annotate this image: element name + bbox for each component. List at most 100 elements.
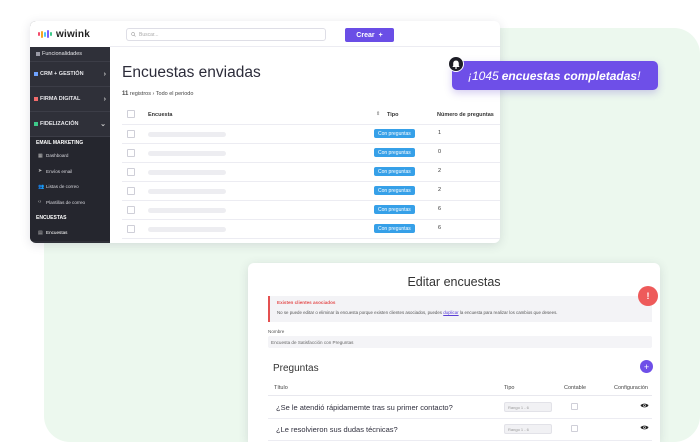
survey-name-placeholder — [148, 189, 226, 194]
column-tipo[interactable]: Tipo — [387, 112, 399, 118]
badge-number: ¡1045 — [468, 68, 499, 83]
alert-message: No se puede editar o eliminar la encuest… — [277, 310, 558, 315]
column-numero[interactable]: Número de preguntas — [437, 112, 494, 118]
chevron-down-icon: ⌄ — [100, 121, 106, 128]
badge-text: encuestas completadas — [501, 68, 638, 83]
row-checkbox[interactable] — [127, 168, 135, 176]
topbar: Buscar... Crear + — [110, 21, 500, 47]
column-titulo: Título — [274, 385, 288, 391]
question-count: 2 — [438, 168, 442, 174]
select-all-checkbox[interactable] — [127, 110, 135, 118]
questions-header: Título Tipo Contable Configuración — [268, 380, 652, 396]
sidebar-item-label: Funcionalidades — [42, 51, 83, 57]
section-email-marketing: EMAIL MARKETING — [36, 139, 84, 146]
type-badge: Con preguntas — [374, 224, 415, 233]
surveys-window: wiwink Funcionalidades CRM + GESTIÓN › F… — [30, 21, 500, 243]
surveys-table: Encuesta ⇕ Tipo Número de preguntas Con … — [122, 105, 500, 239]
sidebar-item-fidelizacion[interactable]: FIDELIZACIÓN ⌄ — [30, 112, 110, 137]
add-question-button[interactable]: + — [640, 360, 653, 373]
question-count: 0 — [438, 149, 442, 155]
completed-surveys-badge: ¡1045 encuestas completadas ! — [452, 61, 658, 90]
type-badge: Con preguntas — [374, 186, 415, 195]
question-row[interactable]: ¿Le resolvieron sus dudas técnicas? Rang… — [268, 419, 652, 441]
question-type-field[interactable]: Rango 1 - 6 — [504, 424, 552, 434]
name-field[interactable]: Encuesta de Satisfacción con Preguntas — [268, 336, 652, 348]
type-badge: Con preguntas — [374, 129, 415, 138]
page-title: Encuestas enviadas — [122, 64, 261, 81]
sidebar-item-funcionalidades[interactable]: Funcionalidades — [30, 47, 110, 62]
grid-icon: ▦ — [38, 152, 43, 159]
survey-name-placeholder — [148, 132, 226, 137]
table-row[interactable]: Con preguntas 6 — [122, 201, 500, 220]
question-type-field[interactable]: Rango 1 - 6 — [504, 402, 552, 412]
eye-icon[interactable] — [640, 424, 649, 431]
alert-message-pre: No se puede editar o eliminar la encuest… — [277, 310, 442, 315]
countable-checkbox[interactable] — [571, 403, 578, 410]
loyalty-icon — [34, 122, 38, 126]
sidebar-link-label: Listas de correo — [46, 184, 79, 190]
questions-title: Preguntas — [273, 363, 319, 374]
sidebar-link-label: Plantillas de correo — [46, 199, 86, 205]
sidebar-link-label: Encuestas — [46, 230, 68, 236]
search-icon — [131, 32, 136, 37]
search-input[interactable]: Buscar... — [126, 28, 326, 41]
table-header: Encuesta ⇕ Tipo Número de preguntas — [122, 105, 500, 125]
question-title: ¿Le resolvieron sus dudas técnicas? — [276, 425, 398, 434]
sidebar-link-label: Envíos email — [46, 168, 73, 174]
table-row[interactable]: Con preguntas 2 — [122, 163, 500, 182]
survey-name-placeholder — [148, 227, 226, 232]
name-label: Nombre — [268, 329, 285, 334]
sidebar-item-label: FIDELIZACIÓN — [40, 121, 79, 127]
crm-icon — [34, 72, 38, 76]
table-row[interactable]: Con preguntas 0 — [122, 144, 500, 163]
row-checkbox[interactable] — [127, 187, 135, 195]
row-checkbox[interactable] — [127, 225, 135, 233]
row-checkbox[interactable] — [127, 130, 135, 138]
eye-icon[interactable] — [640, 402, 649, 409]
type-badge: Con preguntas — [374, 167, 415, 176]
records-count: 11 registros › Todo el periodo — [122, 91, 193, 97]
row-checkbox[interactable] — [127, 206, 135, 214]
sidebar-link-listas[interactable]: 👥 Listas de correo — [30, 179, 110, 195]
sidebar-link-label: Dashboard — [46, 153, 69, 159]
row-checkbox[interactable] — [127, 149, 135, 157]
question-count: 6 — [438, 225, 442, 231]
alert-box: Existen clientes asociados No se puede e… — [268, 296, 652, 322]
countable-checkbox[interactable] — [571, 425, 578, 432]
period-filter[interactable]: › Todo el periodo — [153, 91, 194, 97]
sidebar-link-dashboard[interactable]: ▦ Dashboard — [30, 148, 110, 164]
table-row[interactable]: Con preguntas 1 — [122, 125, 500, 144]
sidebar-link-encuestas[interactable]: ▤ Encuestas — [30, 225, 110, 241]
code-icon: ‹› — [38, 199, 42, 206]
survey-name-placeholder — [148, 170, 226, 175]
logo[interactable]: wiwink — [30, 21, 110, 47]
sidebar-item-crm[interactable]: CRM + GESTIÓN › — [30, 62, 110, 87]
section-encuestas: ENCUESTAS — [36, 214, 67, 221]
sort-icon[interactable]: ⇕ — [376, 111, 380, 117]
chevron-right-icon: › — [103, 95, 106, 103]
edit-title: Editar encuestas — [407, 275, 501, 289]
sidebar-item-label: CRM + GESTIÓN — [40, 71, 84, 77]
records-label: registros — [129, 91, 151, 97]
column-encuesta[interactable]: Encuesta — [148, 112, 172, 118]
survey-name-placeholder — [148, 208, 226, 213]
signature-icon — [34, 97, 38, 101]
question-row[interactable]: ¿Se le atendió rápidamemte tras su prime… — [268, 397, 652, 419]
surveys-main: Encuestas enviadas 11 registros › Todo e… — [110, 47, 500, 243]
table-row[interactable]: Con preguntas 6 — [122, 220, 500, 239]
column-contable: Contable — [564, 385, 587, 391]
sidebar-link-plantillas[interactable]: ‹› Plantillas de correo — [30, 195, 110, 211]
duplicate-link[interactable]: duplicar — [443, 310, 458, 315]
bell-icon — [448, 56, 464, 72]
send-icon: ➤ — [38, 168, 43, 175]
sidebar-item-firma[interactable]: FIRMA DIGITAL › — [30, 87, 110, 112]
alert-message-post: la encuesta para realizar los cambios qu… — [459, 310, 558, 315]
plus-icon: + — [378, 31, 383, 39]
warning-button[interactable]: ! — [638, 286, 658, 306]
type-badge: Con preguntas — [374, 205, 415, 214]
question-count: 6 — [438, 206, 442, 212]
table-row[interactable]: Con preguntas 2 — [122, 182, 500, 201]
create-button-label: Crear — [356, 31, 375, 39]
create-button[interactable]: Crear + — [345, 28, 394, 42]
sidebar-link-envios[interactable]: ➤ Envíos email — [30, 164, 110, 180]
